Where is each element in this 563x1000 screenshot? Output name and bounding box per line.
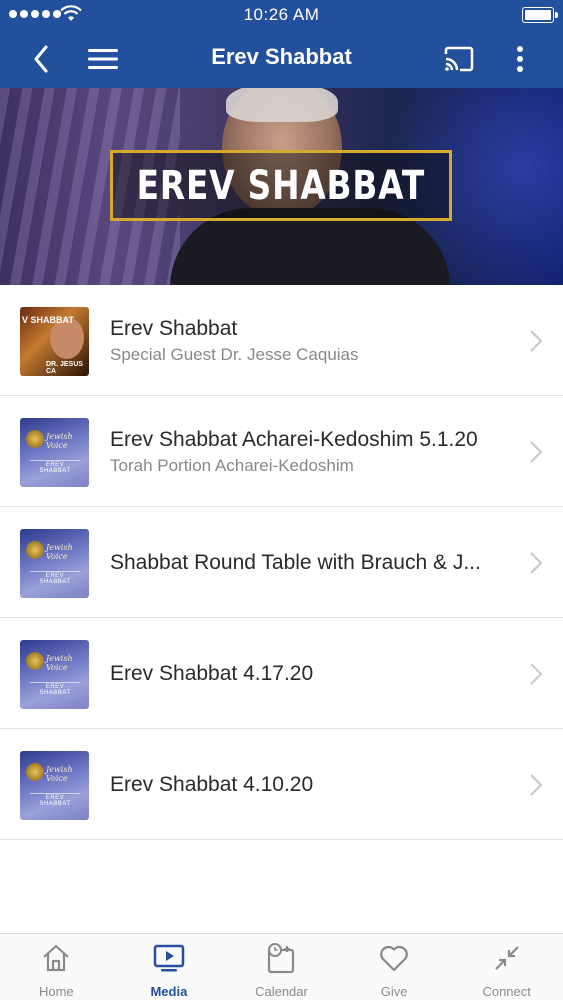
chevron-right-icon bbox=[530, 774, 543, 796]
chevron-right-icon bbox=[530, 330, 543, 352]
nav-bar: Erev Shabbat bbox=[0, 30, 563, 88]
chevron-right-icon bbox=[530, 441, 543, 463]
item-thumbnail: V SHABBAT DR. JESUS CA bbox=[20, 307, 89, 376]
heart-icon bbox=[380, 945, 408, 972]
item-thumbnail: Jewish Voice EREV SHABBAT bbox=[20, 418, 89, 487]
banner-title: EREV SHABBAT bbox=[136, 162, 426, 209]
chevron-right-icon bbox=[530, 552, 543, 574]
more-options-button[interactable] bbox=[499, 38, 541, 80]
list-item[interactable]: V SHABBAT DR. JESUS CA Erev Shabbat Spec… bbox=[0, 285, 563, 396]
home-icon bbox=[43, 944, 70, 972]
hero-banner: EREV SHABBAT bbox=[0, 88, 563, 285]
speaker-hair bbox=[226, 88, 338, 122]
item-title: Shabbat Round Table with Brauch & J... bbox=[110, 550, 481, 574]
media-tv-icon bbox=[153, 944, 185, 972]
tab-calendar[interactable]: Calendar bbox=[225, 934, 338, 1000]
item-title: Erev Shabbat 4.10.20 bbox=[110, 772, 314, 796]
connect-arrows-icon bbox=[494, 946, 519, 970]
list-item[interactable]: Jewish Voice EREV SHABBAT Erev Shabbat 4… bbox=[0, 729, 563, 840]
tab-home[interactable]: Home bbox=[0, 934, 113, 1000]
item-thumbnail: Jewish Voice EREV SHABBAT bbox=[20, 640, 89, 709]
status-time: 10:26 AM bbox=[243, 5, 320, 24]
item-subtitle: Special Guest Dr. Jesse Caquias bbox=[110, 344, 359, 364]
tab-media-label: Media bbox=[150, 984, 188, 999]
tab-bar: Home Media Calendar Give Connect bbox=[0, 933, 563, 1000]
item-thumbnail: Jewish Voice EREV SHABBAT bbox=[20, 529, 89, 598]
tab-give-label: Give bbox=[380, 984, 408, 999]
cast-icon bbox=[444, 46, 474, 72]
battery-icon bbox=[522, 7, 558, 23]
item-title: Erev Shabbat Acharei-Kedoshim 5.1.20 bbox=[110, 427, 478, 451]
media-list: V SHABBAT DR. JESUS CA Erev Shabbat Spec… bbox=[0, 285, 563, 840]
item-title: Erev Shabbat 4.17.20 bbox=[110, 661, 314, 685]
item-subtitle: Torah Portion Acharei-Kedoshim bbox=[110, 455, 354, 475]
calendar-icon bbox=[268, 943, 295, 974]
list-item[interactable]: Jewish Voice EREV SHABBAT Erev Shabbat A… bbox=[0, 396, 563, 507]
list-item[interactable]: Jewish Voice EREV SHABBAT Erev Shabbat 4… bbox=[0, 618, 563, 729]
chevron-right-icon bbox=[530, 663, 543, 685]
tab-connect[interactable]: Connect bbox=[450, 934, 563, 1000]
list-item[interactable]: Jewish Voice EREV SHABBAT Shabbat Round … bbox=[0, 507, 563, 618]
item-title: Erev Shabbat bbox=[110, 316, 238, 340]
top-bar: 10:26 AM Erev Shabbat bbox=[0, 0, 563, 88]
item-thumbnail: Jewish Voice EREV SHABBAT bbox=[20, 751, 89, 820]
cast-button[interactable] bbox=[438, 38, 480, 80]
status-bar: 10:26 AM bbox=[0, 0, 563, 30]
tab-calendar-label: Calendar bbox=[255, 984, 308, 999]
tab-media[interactable]: Media bbox=[113, 934, 226, 1000]
more-vertical-icon bbox=[517, 46, 523, 72]
banner-title-box: EREV SHABBAT bbox=[110, 150, 452, 221]
tab-home-label: Home bbox=[38, 984, 74, 999]
tab-give[interactable]: Give bbox=[338, 934, 451, 1000]
tab-connect-label: Connect bbox=[482, 984, 531, 999]
